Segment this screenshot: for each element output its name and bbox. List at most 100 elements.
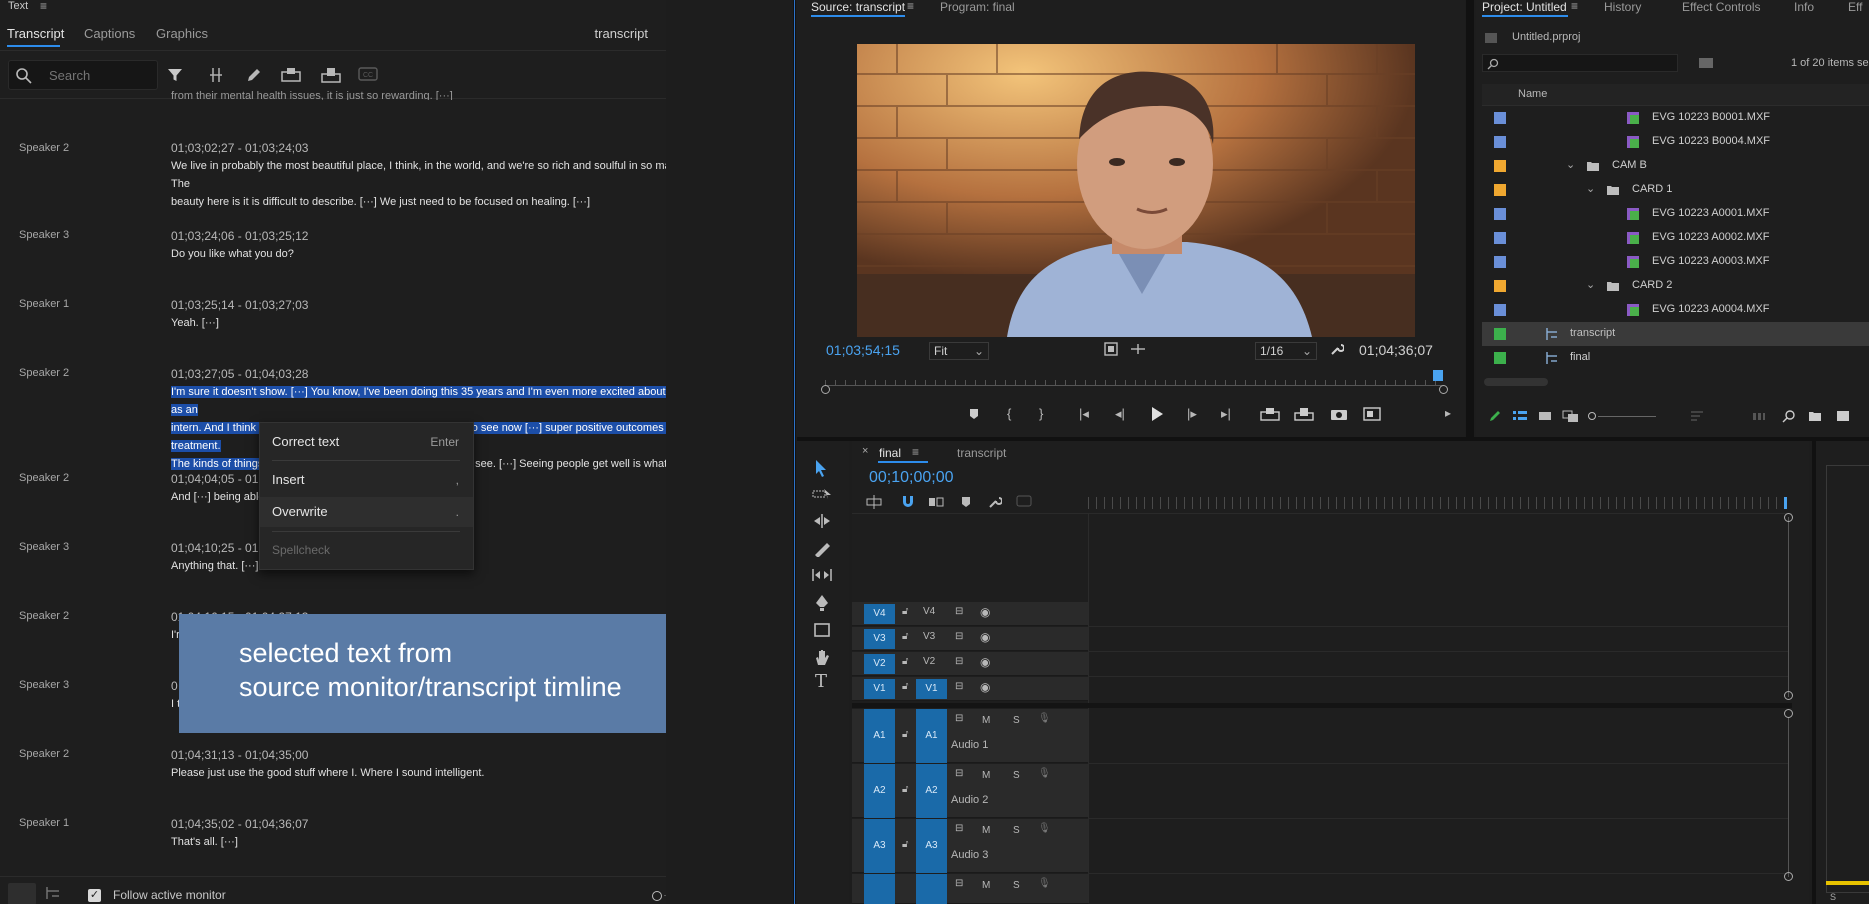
source-patch-label[interactable]: V3 [923,631,935,642]
project-item[interactable]: EVG 10223 B0001.MXF [1482,106,1869,130]
project-sequence[interactable]: final [1482,346,1869,370]
project-item[interactable]: EVG 10223 A0001.MXF [1482,202,1869,226]
mute-button[interactable]: M [982,825,990,836]
solo-button[interactable]: S [1830,892,1836,902]
scroll-handle[interactable] [1784,709,1793,718]
mark-out-icon[interactable]: } [1039,406,1043,421]
video-track-header[interactable]: V3 🔓︎ V3 ⊟ ◉ [852,627,1088,651]
pen-tool-icon[interactable] [813,594,831,612]
menu-item-correct-text[interactable]: Correct text Enter [260,427,473,457]
microphone-icon[interactable]: 🎙︎ [1038,823,1051,834]
eye-icon[interactable]: ◉ [980,655,990,669]
linked-selection-icon[interactable] [928,495,944,509]
track-target-toggle[interactable]: A3 [864,819,895,873]
tab-project[interactable]: Project: Untitled [1482,0,1567,14]
project-item[interactable]: EVG 10223 B0004.MXF [1482,130,1869,154]
rectangle-tool-icon[interactable] [813,622,831,638]
project-item[interactable]: EVG 10223 A0003.MXF [1482,250,1869,274]
button-editor-icon[interactable] [1363,407,1381,421]
panel-menu-icon[interactable]: ≡ [912,445,919,459]
sync-lock-icon[interactable]: ⊟ [955,768,963,779]
scroll-handle-left[interactable] [821,385,830,394]
audio-scroll-track[interactable] [1788,717,1789,877]
playhead[interactable] [1433,370,1443,381]
insert-sequence-nested-icon[interactable] [866,495,882,509]
mute-button[interactable]: M [982,880,990,891]
source-patch-toggle[interactable]: V1 [916,679,947,699]
close-icon[interactable]: × [862,445,868,457]
solo-button[interactable]: S [1013,715,1020,726]
split-segment-icon[interactable] [208,66,224,84]
hand-tool-icon[interactable] [813,648,831,666]
label-color-swatch[interactable] [1494,208,1506,220]
scroll-handle[interactable] [1784,513,1793,522]
lock-icon[interactable]: 🔓︎ [902,729,908,740]
speaker-label[interactable]: Speaker 2 [19,367,69,379]
label-color-swatch[interactable] [1494,280,1506,292]
overwrite-icon[interactable] [320,66,342,84]
sync-lock-icon[interactable]: ⊟ [955,823,963,834]
type-tool-icon[interactable]: T [815,671,827,692]
list-view-icon[interactable] [8,883,36,904]
zoom-slider-track[interactable] [1598,416,1656,417]
speaker-label[interactable]: Speaker 2 [19,142,69,154]
label-color-swatch[interactable] [1494,136,1506,148]
transcript-text[interactable]: Please just use the good stuff where I. … [171,764,666,782]
transcript-text[interactable]: We live in probably the most beautiful p… [171,157,666,211]
project-sequence-selected[interactable]: transcript [1482,322,1869,346]
text-line[interactable]: Please just use the good stuff where I. … [171,764,666,782]
export-frame-icon[interactable] [1330,407,1348,421]
project-scrollbar[interactable] [1484,378,1548,386]
sync-lock-icon[interactable]: ⊟ [955,631,963,642]
speaker-label[interactable]: Speaker 3 [19,679,69,691]
transcript-text[interactable]: Do you like what you do? [171,245,666,263]
sequence-icon[interactable] [44,885,62,901]
search-field[interactable] [8,60,158,90]
track-target-toggle[interactable] [864,874,895,904]
track-target-toggle[interactable]: V1 [864,679,895,699]
video-track-header[interactable]: V2 🔓︎ V2 ⊟ ◉ [852,652,1088,676]
add-marker-icon[interactable] [960,495,972,509]
label-color-swatch[interactable] [1494,112,1506,124]
step-forward-icon[interactable]: |▸ [1187,406,1197,422]
label-color-swatch[interactable] [1494,160,1506,172]
solo-button[interactable]: S [1013,880,1020,891]
label-color-swatch[interactable] [1494,232,1506,244]
transcript-text[interactable]: That's all. [···] [171,833,666,851]
zoom-slider-track[interactable] [664,895,666,896]
follow-monitor-checkbox[interactable]: ✓ [88,889,101,902]
zoom-slider-handle[interactable] [652,891,662,901]
go-to-in-icon[interactable]: |◂ [1079,406,1089,422]
sync-lock-icon[interactable]: ⊟ [955,713,963,724]
razor-tool-icon[interactable] [813,541,831,557]
find-icon[interactable] [1782,410,1796,424]
lock-icon[interactable]: 🔓︎ [902,631,908,642]
speaker-label[interactable]: Speaker 3 [19,229,69,241]
drag-video-icon[interactable] [1130,343,1146,355]
source-timecode-in[interactable]: 01;03;54;15 [826,342,900,358]
text-line[interactable]: beauty here is it is difficult to descri… [171,193,666,211]
selected-text[interactable]: The kinds of things [171,458,264,470]
lock-icon[interactable]: 🔓︎ [902,784,908,795]
panel-menu-icon[interactable]: ≡ [1571,0,1578,13]
tab-transcript[interactable]: transcript [957,446,1006,460]
project-folder[interactable]: ⌄ CARD 1 [1482,178,1869,202]
column-header[interactable]: Name [1482,84,1869,106]
speaker-label[interactable]: Speaker 2 [19,748,69,760]
filter-icon[interactable] [166,66,184,84]
ripple-edit-tool-icon[interactable] [812,513,832,529]
new-item-icon[interactable] [1836,410,1850,422]
lock-icon[interactable]: 🔓︎ [902,839,908,850]
source-patch-toggle[interactable] [916,874,947,904]
tab-effects[interactable]: Eff [1848,0,1862,14]
timeline-ruler[interactable] [1088,497,1783,509]
edit-pencil-icon[interactable] [245,66,263,84]
label-color-swatch[interactable] [1494,184,1506,196]
source-patch-label[interactable]: V2 [923,656,935,667]
more-controls-icon[interactable]: ▸ [1445,406,1451,420]
sync-lock-icon[interactable]: ⊟ [955,606,963,617]
text-line[interactable]: We live in probably the most beautiful p… [171,157,666,193]
speaker-label[interactable]: Speaker 1 [19,817,69,829]
video-scroll-track[interactable] [1788,517,1789,697]
track-select-tool-icon[interactable] [812,487,832,501]
